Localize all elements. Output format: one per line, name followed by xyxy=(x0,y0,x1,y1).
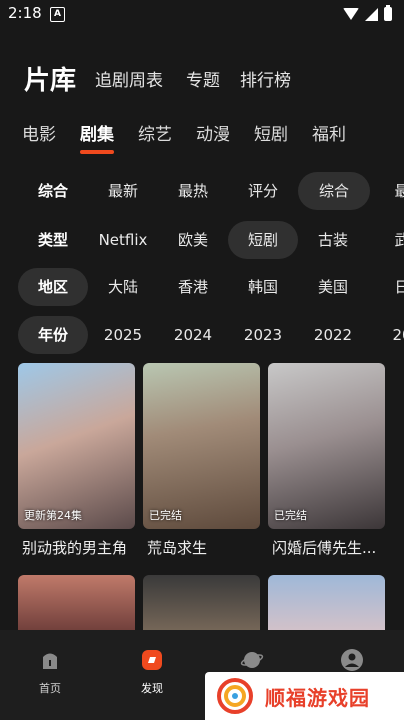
filter-row-year: 年份 2025 2024 2023 2022 20 xyxy=(0,316,404,354)
wifi-icon xyxy=(343,8,359,20)
poster-card[interactable]: 更新第24集 xyxy=(18,363,135,529)
type-costume[interactable]: 古装 xyxy=(302,221,364,259)
sort-rating[interactable]: 评分 xyxy=(232,172,294,210)
year-2024[interactable]: 2024 xyxy=(162,316,224,354)
notification-icon: A xyxy=(50,7,65,22)
tab-short-drama[interactable]: 短剧 xyxy=(254,120,288,145)
sort-hottest[interactable]: 最热 xyxy=(162,172,224,210)
tab-anime[interactable]: 动漫 xyxy=(196,120,230,145)
year-2025[interactable]: 2025 xyxy=(92,316,154,354)
active-tab-indicator xyxy=(80,150,114,154)
header: 片库 追剧周表 专题 排行榜 xyxy=(0,58,404,98)
nav-discover[interactable]: 发现 xyxy=(122,648,182,696)
header-link-schedule[interactable]: 追剧周表 xyxy=(95,66,163,91)
page-title: 片库 xyxy=(24,66,77,96)
nav-discover-label: 发现 xyxy=(141,682,163,695)
battery-icon xyxy=(384,5,392,21)
sort-label[interactable]: 综合 xyxy=(22,172,84,210)
type-western[interactable]: 欧美 xyxy=(162,221,224,259)
nav-home[interactable]: 首页 xyxy=(20,648,80,696)
year-2022[interactable]: 2022 xyxy=(302,316,364,354)
watermark: 顺福游戏园 xyxy=(205,672,404,720)
status-badge: 已完结 xyxy=(274,509,307,522)
poster-card[interactable]: 已完结 xyxy=(143,363,260,529)
header-link-ranking[interactable]: 排行榜 xyxy=(240,66,291,91)
tab-welfare[interactable]: 福利 xyxy=(312,120,346,145)
region-label[interactable]: 地区 xyxy=(18,268,88,306)
status-bar: 2:18 A xyxy=(0,0,404,30)
sort-latest[interactable]: 最新 xyxy=(92,172,154,210)
region-korea[interactable]: 韩国 xyxy=(232,268,294,306)
sort-comprehensive[interactable]: 综合 xyxy=(298,172,370,210)
sort-more[interactable]: 最 xyxy=(382,172,404,210)
year-label[interactable]: 年份 xyxy=(18,316,88,354)
tab-variety[interactable]: 综艺 xyxy=(138,120,172,145)
poster-title[interactable]: 闪婚后傅先生... xyxy=(272,537,376,558)
nav-home-label: 首页 xyxy=(39,682,61,695)
year-more[interactable]: 20 xyxy=(382,316,404,354)
poster-title[interactable]: 别动我的男主角 xyxy=(22,537,127,558)
tab-movie[interactable]: 电影 xyxy=(22,120,56,145)
filter-row-sort: 综合 最新 最热 评分 综合 最 xyxy=(0,172,404,210)
region-japan[interactable]: 日 xyxy=(382,268,404,306)
watermark-logo-icon xyxy=(217,678,253,714)
type-netflix[interactable]: Netflix xyxy=(92,221,154,259)
poster-card[interactable] xyxy=(18,575,135,635)
profile-icon xyxy=(341,649,363,671)
discover-icon xyxy=(142,650,162,670)
status-time: 2:18 xyxy=(8,4,42,22)
status-icons xyxy=(343,5,392,22)
tab-series[interactable]: 剧集 xyxy=(80,120,114,145)
status-badge: 已完结 xyxy=(149,509,182,522)
poster-title[interactable]: 荒岛求生 xyxy=(147,537,207,558)
region-hongkong[interactable]: 香港 xyxy=(162,268,224,306)
year-2023[interactable]: 2023 xyxy=(232,316,294,354)
region-usa[interactable]: 美国 xyxy=(302,268,364,306)
type-short-drama[interactable]: 短剧 xyxy=(228,221,298,259)
type-label[interactable]: 类型 xyxy=(22,221,84,259)
watermark-text: 顺福游戏园 xyxy=(265,686,370,710)
planet-icon xyxy=(240,652,264,668)
region-mainland[interactable]: 大陆 xyxy=(92,268,154,306)
poster-card[interactable]: 已完结 xyxy=(268,363,385,529)
header-link-topics[interactable]: 专题 xyxy=(186,66,220,91)
signal-icon xyxy=(365,7,378,21)
category-tabs: 电影 剧集 综艺 动漫 短剧 福利 xyxy=(0,118,404,158)
poster-card[interactable] xyxy=(143,575,260,635)
type-martial[interactable]: 武 xyxy=(382,221,404,259)
filter-row-type: 类型 Netflix 欧美 短剧 古装 武 xyxy=(0,221,404,259)
filter-row-region: 地区 大陆 香港 韩国 美国 日 xyxy=(0,268,404,306)
poster-card[interactable] xyxy=(268,575,385,635)
home-icon xyxy=(43,653,57,669)
episode-badge: 更新第24集 xyxy=(24,509,82,522)
